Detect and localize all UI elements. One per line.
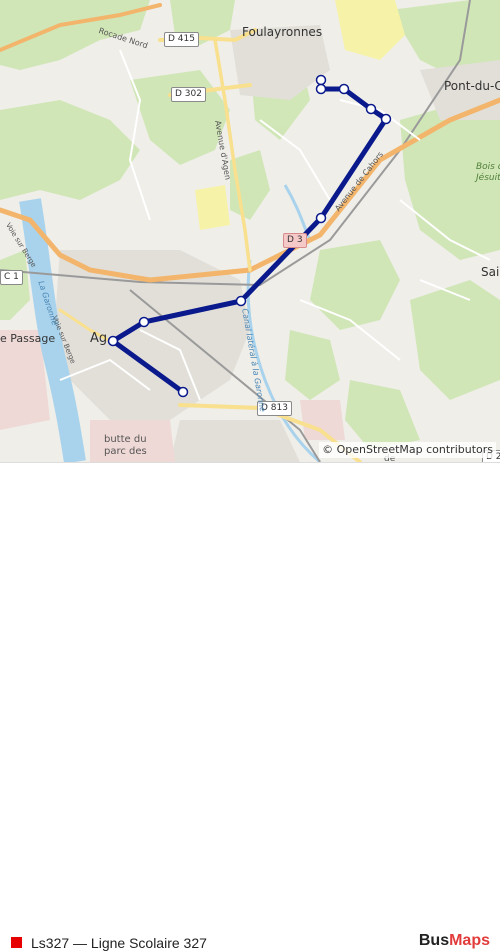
brand-part-1: Bus (418, 932, 450, 949)
line-label: Ls327 — Ligne Scolaire 327 (31, 935, 207, 951)
place-label-butte-du-parc: butte du (104, 434, 147, 445)
route-stop[interactable] (177, 386, 189, 398)
place-label-foulayronnes: Foulayronnes (242, 25, 323, 39)
route-stop[interactable] (138, 316, 150, 328)
road-shield-c1: C 1 (0, 270, 23, 285)
place-label-saint: Sain (481, 265, 500, 279)
road-shield-d: D 3 (283, 233, 307, 248)
route-stop[interactable] (315, 212, 327, 224)
brand-part-2: Maps (449, 932, 490, 949)
route-stop[interactable] (380, 113, 392, 125)
place-label-le-passage: e Passage (0, 332, 56, 345)
route-layer (107, 74, 392, 398)
place-label-agen: Ag (90, 331, 108, 346)
legend-bar: Ls327 — Ligne Scolaire 327 BusMaps (0, 462, 500, 951)
map-view[interactable]: Foulayronnes Pont-du-Ca Sain e Passage A… (0, 0, 500, 462)
place-label-bois-2: Jésuit (476, 173, 500, 183)
route-stop[interactable] (315, 83, 327, 95)
place-label-butte-du-parc-2: parc des (104, 446, 147, 457)
place-label-bois: Bois de (476, 162, 500, 172)
line-color-swatch (11, 937, 22, 948)
road-shield-d302: D 302 (171, 87, 206, 102)
place-label-pont-du-casse: Pont-du-Ca (444, 79, 500, 93)
route-stop[interactable] (235, 295, 247, 307)
route-stop[interactable] (365, 103, 377, 115)
map-attribution[interactable]: © OpenStreetMap contributors (319, 442, 496, 458)
road-shield-d415: D 415 (164, 32, 199, 47)
route-stop[interactable] (338, 83, 350, 95)
route-stop[interactable] (107, 335, 119, 347)
route-stop[interactable] (315, 74, 327, 86)
busmaps-logo[interactable]: BusMaps (419, 932, 490, 950)
